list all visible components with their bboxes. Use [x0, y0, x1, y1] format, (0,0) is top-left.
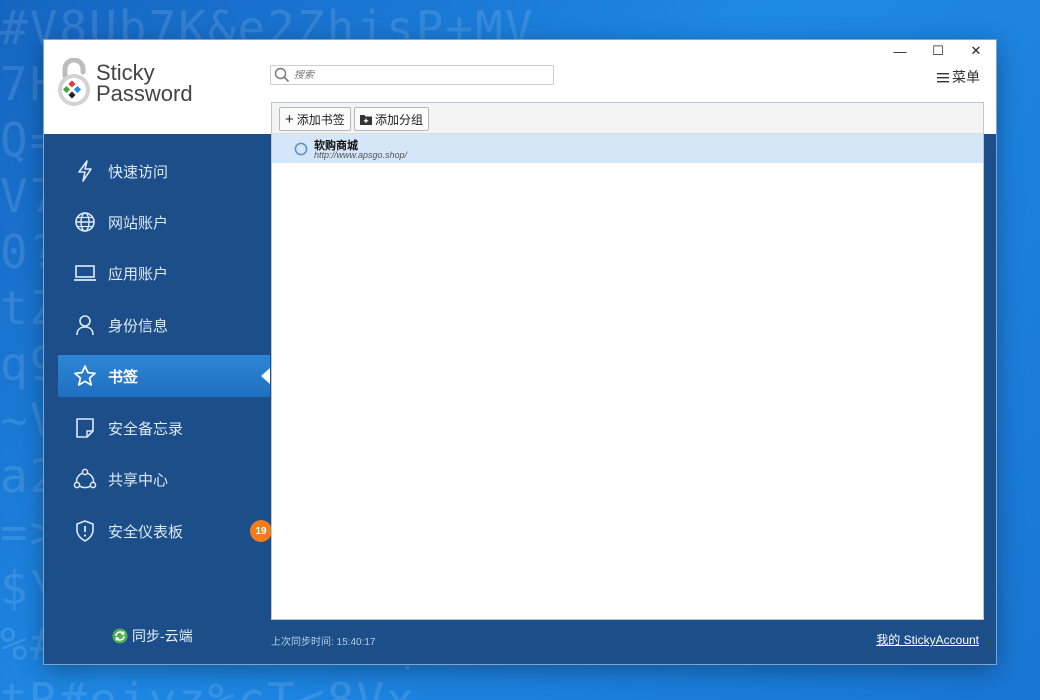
sidebar-item-website-accounts[interactable]: 网站账户: [58, 201, 270, 243]
toolbar: + 添加书签 添加分组: [272, 103, 983, 134]
menu-label: 菜单: [952, 69, 980, 85]
sidebar-item-label: 书签: [108, 368, 139, 386]
lightning-icon: [72, 158, 98, 184]
add-group-label: 添加分组: [375, 112, 424, 127]
add-bookmark-button[interactable]: + 添加书签: [279, 107, 351, 131]
maximize-button[interactable]: ☐: [918, 40, 958, 62]
app-logo: Sticky Password: [56, 58, 256, 108]
sidebar-item-label: 快速访问: [108, 163, 169, 181]
search-input[interactable]: [294, 69, 534, 81]
loading-circle-icon: [294, 142, 308, 156]
status-bar: 上次同步时间: 15:40:17 我的 StickyAccount: [271, 618, 996, 664]
globe-icon: [72, 209, 98, 235]
sidebar-item-sharing-center[interactable]: 共享中心: [58, 458, 270, 500]
bookmark-row[interactable]: 软购商城 http://www.apsgo.shop/: [272, 134, 983, 163]
sidebar-item-label: 身份信息: [108, 317, 169, 335]
logo-line2: Password: [96, 81, 193, 106]
logo-wordmark: Sticky Password: [96, 62, 193, 106]
share-icon: [72, 466, 98, 492]
sidebar-item-quick-access[interactable]: 快速访问: [58, 150, 270, 192]
lock-logo-icon: [58, 58, 90, 106]
my-account-link[interactable]: 我的 StickyAccount: [876, 631, 979, 648]
sync-status[interactable]: 同步-云端: [112, 626, 193, 646]
sidebar-item-label: 应用账户: [108, 265, 169, 283]
search-box[interactable]: [270, 65, 554, 85]
bookmark-url: http://www.apsgo.shop/: [314, 150, 408, 160]
sidebar-item-security-dashboard[interactable]: 安全仪表板 19: [58, 510, 272, 552]
sidebar-item-app-accounts[interactable]: 应用账户: [58, 252, 270, 294]
sidebar-item-label: 网站账户: [108, 214, 169, 232]
main-panel: + 添加书签 添加分组 软购商城 http://www.apsgo.shop/ …: [271, 102, 996, 664]
shield-icon: [72, 518, 98, 544]
close-button[interactable]: ✕: [956, 40, 996, 62]
app-window: Sticky Password — ☐ ✕ 菜单: [44, 40, 996, 664]
note-icon: [72, 415, 98, 441]
sidebar-item-label: 安全备忘录: [108, 420, 184, 438]
sync-label: 同步-云端: [132, 628, 193, 644]
sidebar-item-label: 共享中心: [108, 471, 169, 489]
sidebar-item-label: 安全仪表板: [108, 523, 184, 541]
menu-button[interactable]: 菜单: [937, 67, 980, 87]
hamburger-icon: [937, 72, 949, 82]
laptop-icon: [72, 260, 98, 286]
alert-count-badge: 19: [250, 520, 272, 542]
last-sync-time: 上次同步时间: 15:40:17: [271, 637, 376, 648]
search-icon: [274, 67, 290, 83]
sidebar-item-secure-memos[interactable]: 安全备忘录: [58, 407, 270, 449]
sidebar: 快速访问 网站账户 应用账户 身份信息 书签 安全备忘录 共享中心 安全仪表板 …: [44, 134, 272, 664]
folder-add-icon: [360, 114, 372, 125]
plus-icon: +: [285, 110, 294, 128]
add-bookmark-label: 添加书签: [296, 112, 345, 127]
star-icon: [72, 363, 98, 389]
person-icon: [72, 312, 98, 338]
sidebar-item-identities[interactable]: 身份信息: [58, 304, 270, 346]
bookmark-list-panel: + 添加书签 添加分组 软购商城 http://www.apsgo.shop/: [271, 102, 984, 620]
minimize-button[interactable]: —: [880, 40, 920, 62]
sync-icon: [112, 628, 128, 644]
sidebar-item-bookmarks[interactable]: 书签: [58, 355, 270, 397]
add-group-button[interactable]: 添加分组: [354, 107, 430, 131]
